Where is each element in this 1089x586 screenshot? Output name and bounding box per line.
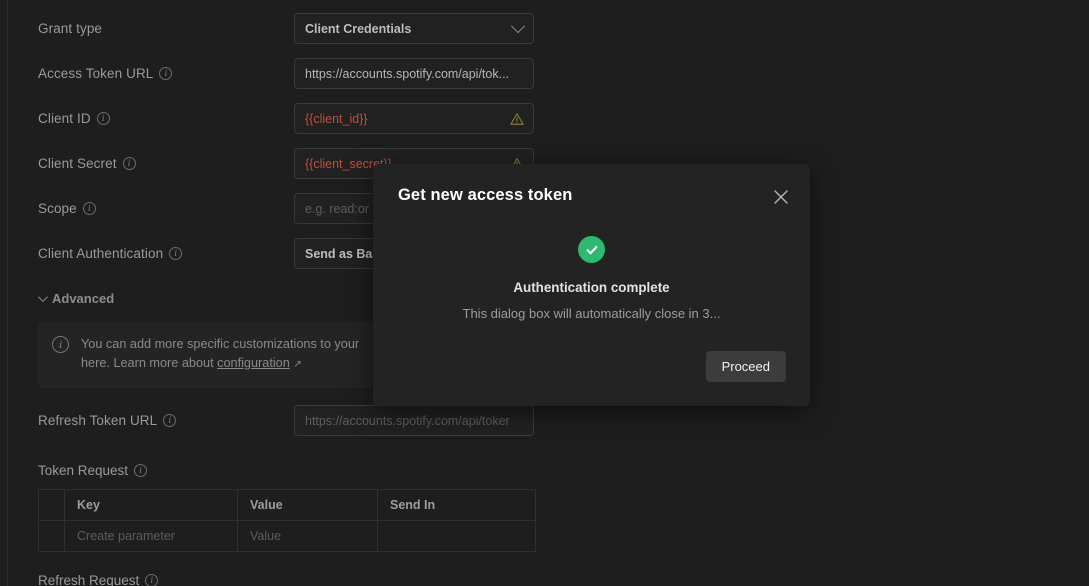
grant-type-select[interactable]: Client Credentials bbox=[294, 13, 534, 44]
label-text: Scope bbox=[38, 201, 77, 216]
label-client-id: Client ID i bbox=[38, 111, 294, 126]
label-text: Client ID bbox=[38, 111, 91, 126]
checkmark-glyph bbox=[586, 245, 597, 254]
note-line-1: You can add more specific customizations… bbox=[81, 337, 360, 351]
table-row[interactable]: Create parameter Value bbox=[38, 520, 536, 552]
info-icon[interactable]: i bbox=[134, 464, 148, 477]
header-cell-checkbox bbox=[38, 489, 65, 521]
info-icon[interactable]: i bbox=[145, 574, 159, 586]
client-authentication-value: Send as Basi bbox=[305, 246, 383, 261]
left-divider-rail bbox=[0, 0, 8, 586]
external-link-icon: ↗ bbox=[293, 359, 302, 370]
info-icon[interactable]: i bbox=[169, 247, 183, 260]
label-refresh-request: Refresh Request i bbox=[9, 573, 1089, 586]
warning-triangle-icon bbox=[510, 112, 524, 125]
label-text: Refresh Token URL bbox=[38, 413, 158, 428]
note-line-2: here. Learn more about bbox=[81, 356, 218, 370]
form-row-client-id: Client ID i {{client_id}} bbox=[9, 96, 1089, 141]
info-icon[interactable]: i bbox=[96, 112, 110, 125]
token-request-table: Key Value Send In Create parameter Value bbox=[38, 489, 536, 552]
label-scope: Scope i bbox=[38, 201, 294, 216]
dialog-status-heading: Authentication complete bbox=[513, 280, 670, 295]
info-icon[interactable]: i bbox=[159, 67, 173, 80]
dialog-status-message: This dialog box will automatically close… bbox=[462, 306, 721, 321]
info-icon[interactable]: i bbox=[122, 157, 136, 170]
client-id-value: {{client_id}} bbox=[305, 111, 368, 126]
proceed-button[interactable]: Proceed bbox=[705, 351, 786, 382]
client-id-input[interactable]: {{client_id}} bbox=[294, 103, 534, 134]
label-refresh-token-url: Refresh Token URL i bbox=[38, 413, 294, 428]
form-row-grant-type: Grant type Client Credentials bbox=[9, 6, 1089, 51]
row-send-in-cell[interactable] bbox=[377, 520, 536, 552]
header-cell-send-in: Send In bbox=[377, 489, 536, 521]
label-client-secret: Client Secret i bbox=[38, 156, 294, 171]
refresh-token-url-placeholder: https://accounts.spotify.com/api/toker bbox=[305, 413, 510, 428]
row-checkbox-cell[interactable] bbox=[38, 520, 65, 552]
info-icon[interactable]: i bbox=[82, 202, 96, 215]
advanced-label: Advanced bbox=[52, 290, 115, 306]
label-text: Grant type bbox=[38, 21, 103, 36]
label-text: Refresh Request bbox=[38, 573, 140, 586]
access-token-url-value: https://accounts.spotify.com/api/tok... bbox=[305, 66, 510, 81]
chevron-down-icon bbox=[37, 291, 48, 302]
label-text: Access Token URL bbox=[38, 66, 154, 81]
header-cell-value: Value bbox=[237, 489, 378, 521]
label-text: Client Secret bbox=[38, 156, 117, 171]
form-row-access-token-url: Access Token URL i https://accounts.spot… bbox=[9, 51, 1089, 96]
advanced-note-text: You can add more specific customizations… bbox=[81, 335, 359, 374]
label-text: Token Request bbox=[38, 463, 129, 478]
auth-settings-page: Grant type Client Credentials Access Tok… bbox=[0, 0, 1089, 586]
dialog-body: Authentication complete This dialog box … bbox=[373, 236, 810, 321]
dialog-title: Get new access token bbox=[398, 186, 573, 204]
grant-type-value: Client Credentials bbox=[305, 21, 412, 36]
label-token-request: Token Request i bbox=[9, 463, 1089, 478]
table-header-row: Key Value Send In bbox=[38, 489, 536, 521]
row-key-cell[interactable]: Create parameter bbox=[64, 520, 238, 552]
row-value-cell[interactable]: Value bbox=[237, 520, 378, 552]
label-text: Client Authentication bbox=[38, 246, 164, 261]
scope-placeholder: e.g. read:or bbox=[305, 201, 369, 216]
chevron-down-icon bbox=[510, 18, 526, 33]
label-client-authentication: Client Authentication i bbox=[38, 246, 294, 261]
refresh-token-url-input[interactable]: https://accounts.spotify.com/api/toker bbox=[294, 405, 534, 436]
header-cell-key: Key bbox=[64, 489, 238, 521]
close-icon[interactable] bbox=[772, 188, 790, 206]
get-new-access-token-dialog: Get new access token Authentication comp… bbox=[373, 164, 810, 406]
info-circle-icon: i bbox=[52, 336, 69, 353]
info-icon[interactable]: i bbox=[163, 414, 177, 427]
access-token-url-input[interactable]: https://accounts.spotify.com/api/tok... bbox=[294, 58, 534, 89]
success-check-icon bbox=[578, 236, 605, 263]
label-grant-type: Grant type bbox=[38, 21, 294, 36]
configuration-link[interactable]: configuration bbox=[217, 356, 290, 370]
label-access-token-url: Access Token URL i bbox=[38, 66, 294, 81]
